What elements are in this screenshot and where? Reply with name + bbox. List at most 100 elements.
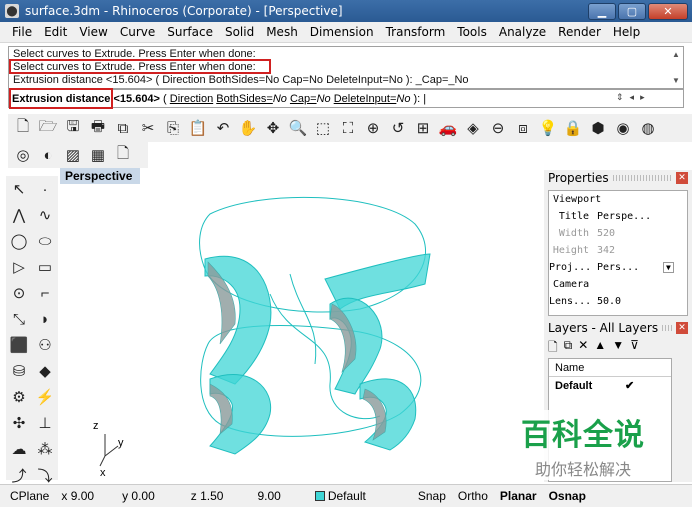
- history-scrollbar[interactable]: ▲ ▼: [670, 48, 682, 88]
- zoom-window-icon[interactable]: ⬚: [312, 117, 334, 139]
- analyze-icon[interactable]: ⚡: [32, 384, 58, 410]
- menu-analyze[interactable]: Analyze: [493, 25, 552, 39]
- lock-icon[interactable]: 🔒: [562, 117, 584, 139]
- lens-value[interactable]: 50.0: [595, 294, 663, 309]
- car-icon[interactable]: 🚗: [437, 117, 459, 139]
- color-wheel-icon[interactable]: ◉: [612, 117, 634, 139]
- layer-icon[interactable]: ⧈: [512, 117, 534, 139]
- pan-icon[interactable]: ✋: [237, 117, 259, 139]
- panel-grip[interactable]: [662, 325, 672, 331]
- menu-solid[interactable]: Solid: [219, 25, 260, 39]
- menu-help[interactable]: Help: [607, 25, 646, 39]
- panel-grip[interactable]: [612, 175, 672, 181]
- menu-curve[interactable]: Curve: [114, 25, 161, 39]
- fillet-icon[interactable]: ⌐: [32, 280, 58, 306]
- new-layer-icon[interactable]: 🗋: [548, 338, 558, 359]
- title-value[interactable]: Perspe...: [595, 209, 663, 224]
- ellipse-icon[interactable]: ⬭: [32, 228, 58, 254]
- option-bothsides[interactable]: BothSides=: [216, 93, 273, 105]
- print-icon[interactable]: 🖶: [87, 117, 109, 139]
- render-icon[interactable]: ◐: [37, 144, 59, 166]
- scatter-icon[interactable]: ⁂: [32, 436, 58, 462]
- texture-icon[interactable]: ▨: [62, 144, 84, 166]
- new-file-icon[interactable]: 🗋: [12, 117, 34, 139]
- planar-toggle[interactable]: Planar: [494, 485, 543, 507]
- close-icon[interactable]: ✕: [676, 322, 688, 334]
- close-button[interactable]: ✕: [648, 2, 688, 20]
- rectangle-icon[interactable]: ▭: [32, 254, 58, 280]
- minimize-button[interactable]: ▁: [588, 2, 616, 20]
- delete-layer-icon[interactable]: ✕: [578, 338, 588, 359]
- move-down-icon[interactable]: ▼: [612, 338, 624, 359]
- document-icon[interactable]: 🗋: [112, 144, 134, 166]
- layers-name-column[interactable]: Name: [549, 359, 671, 377]
- projection-select[interactable]: Pers...: [595, 260, 663, 275]
- point-icon[interactable]: ·: [32, 176, 58, 202]
- curve-icon[interactable]: ∿: [32, 202, 58, 228]
- close-icon[interactable]: ✕: [676, 172, 688, 184]
- zoom-selected-icon[interactable]: ⊕: [362, 117, 384, 139]
- light-icon[interactable]: 💡: [537, 117, 559, 139]
- menu-edit[interactable]: Edit: [38, 25, 73, 39]
- undo-icon[interactable]: ↶: [212, 117, 234, 139]
- menu-mesh[interactable]: Mesh: [260, 25, 304, 39]
- paste-icon[interactable]: 📋: [187, 117, 209, 139]
- option-deleteinput[interactable]: DeleteInput=: [334, 93, 397, 105]
- polyline-icon[interactable]: ⋀: [6, 202, 32, 228]
- cplane-label[interactable]: CPlane: [0, 485, 55, 507]
- group-icon[interactable]: ☁: [6, 436, 32, 462]
- open-file-icon[interactable]: 🗁: [37, 117, 59, 139]
- chevron-down-icon[interactable]: ▼: [663, 262, 674, 273]
- cut-icon[interactable]: ✂: [137, 117, 159, 139]
- menu-dimension[interactable]: Dimension: [304, 25, 380, 39]
- sphere-icon[interactable]: ◍: [637, 117, 659, 139]
- menu-surface[interactable]: Surface: [161, 25, 219, 39]
- perspective-viewport[interactable]: z y x: [60, 184, 538, 482]
- select-arrow-icon[interactable]: ↖: [6, 176, 32, 202]
- save-icon[interactable]: 🖫: [62, 117, 84, 139]
- circle-icon[interactable]: ◯: [6, 228, 32, 254]
- osnap-toggle[interactable]: Osnap: [543, 485, 592, 507]
- color-circle-icon[interactable]: ◎: [12, 144, 34, 166]
- chevron-right-icon[interactable]: ▸: [640, 92, 645, 103]
- dimension-icon[interactable]: ⊥: [32, 410, 58, 436]
- ortho-toggle[interactable]: Ortho: [452, 485, 494, 507]
- grid-icon[interactable]: ▦: [87, 144, 109, 166]
- undo-view-icon[interactable]: ↺: [387, 117, 409, 139]
- extrude-icon[interactable]: ◆: [32, 358, 58, 384]
- maximize-button[interactable]: ▢: [618, 2, 646, 20]
- cylinder-icon[interactable]: ⛁: [6, 358, 32, 384]
- transform-icon[interactable]: ⤡: [6, 306, 32, 332]
- layer-row[interactable]: Default ✔: [549, 377, 671, 395]
- zoom-extents-icon[interactable]: ⛶: [337, 117, 359, 139]
- osnap-icon[interactable]: ⊖: [487, 117, 509, 139]
- gear-icon[interactable]: ⚙: [6, 384, 32, 410]
- export-icon[interactable]: ⧉: [112, 117, 134, 139]
- spinner-icon[interactable]: ⇕: [616, 92, 624, 103]
- move-icon[interactable]: ✣: [6, 410, 32, 436]
- menu-tools[interactable]: Tools: [451, 25, 493, 39]
- current-layer[interactable]: Default: [287, 485, 372, 507]
- surface-icon[interactable]: ◗: [32, 306, 58, 332]
- copy-icon[interactable]: ⎘: [162, 117, 184, 139]
- new-sublayer-icon[interactable]: ⧉: [564, 338, 573, 359]
- menu-view[interactable]: View: [73, 25, 113, 39]
- rotate-view-icon[interactable]: ✥: [262, 117, 284, 139]
- four-viewports-icon[interactable]: ⊞: [412, 117, 434, 139]
- material-icon[interactable]: ⬢: [587, 117, 609, 139]
- rhino-app-icon[interactable]: ⬤: [5, 4, 19, 18]
- menu-render[interactable]: Render: [552, 25, 607, 39]
- polygon-icon[interactable]: ▷: [6, 254, 32, 280]
- filter-icon[interactable]: ⊽: [630, 338, 639, 359]
- option-direction[interactable]: Direction: [170, 93, 213, 105]
- box-icon[interactable]: ⬛: [6, 332, 32, 358]
- chevron-left-icon[interactable]: ◂: [630, 92, 635, 103]
- boolean-icon[interactable]: ⚇: [32, 332, 58, 358]
- option-cap[interactable]: Cap=: [290, 93, 317, 105]
- zoom-icon[interactable]: 🔍: [287, 117, 309, 139]
- menu-transform[interactable]: Transform: [380, 25, 452, 39]
- circle-surface-icon[interactable]: ⊙: [6, 280, 32, 306]
- move-up-icon[interactable]: ▲: [594, 338, 606, 359]
- viewport-tab[interactable]: Perspective: [60, 168, 140, 184]
- menu-file[interactable]: File: [6, 25, 38, 39]
